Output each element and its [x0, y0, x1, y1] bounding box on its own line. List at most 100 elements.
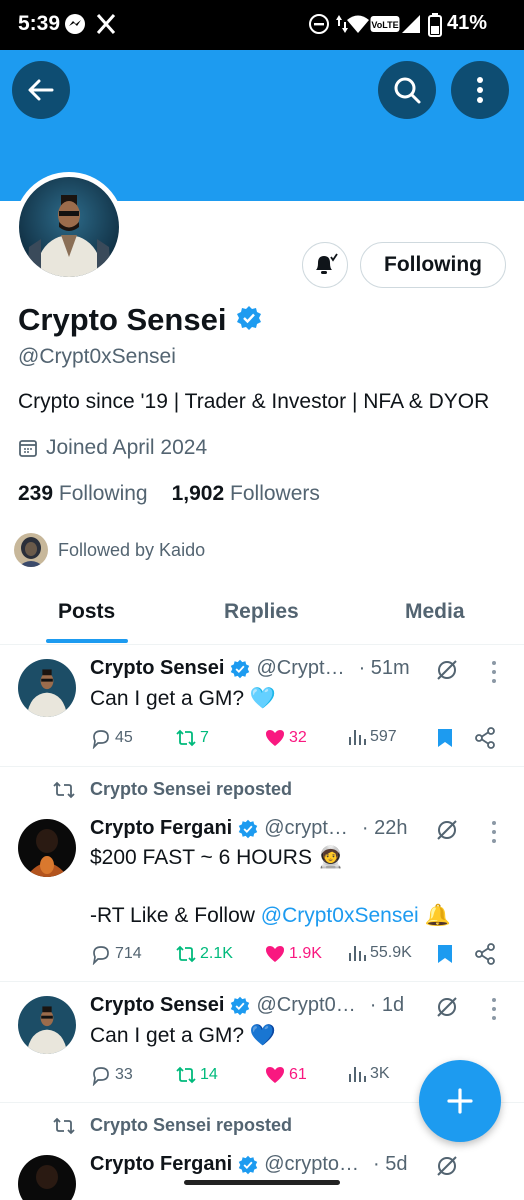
post-avatar[interactable] [18, 1155, 76, 1200]
repost-button[interactable]: 14 [175, 1064, 218, 1086]
back-arrow-icon [28, 79, 54, 101]
like-count: 61 [289, 1066, 307, 1083]
post-more-icon[interactable] [487, 998, 501, 1020]
volte-icon: VoLTE [370, 14, 400, 39]
post-header: Crypto Sensei @Crypt0… · 1d [90, 994, 404, 1017]
status-time: 5:39 [18, 12, 61, 35]
views-icon [349, 1067, 366, 1082]
search-icon [394, 77, 421, 104]
verified-badge-icon [239, 819, 258, 838]
more-options-button[interactable] [451, 61, 509, 119]
like-button[interactable]: 32 [264, 727, 307, 749]
post-item[interactable]: Crypto Sensei reposted Crypto Fergani @c… [0, 767, 524, 982]
notifications-bell-button[interactable] [302, 242, 348, 288]
search-button[interactable] [378, 61, 436, 119]
post-avatar[interactable] [18, 659, 76, 717]
mention-link[interactable]: @Crypt0xSensei [261, 904, 419, 927]
post-author-handle: @Crypt0… [256, 994, 356, 1016]
post-avatar[interactable] [18, 996, 76, 1054]
repost-button[interactable]: 2.1K [175, 943, 233, 965]
home-indicator[interactable] [184, 1180, 340, 1185]
kaido-avatar [14, 533, 48, 567]
profile-bio: Crypto since '19 | Trader & Investor | N… [18, 390, 490, 413]
like-button[interactable]: 1.9K [264, 943, 322, 965]
profile-name-row: Crypto Sensei [18, 302, 262, 338]
reply-button[interactable]: 714 [90, 943, 142, 965]
battery-percent: 41% [447, 12, 488, 34]
compose-post-button[interactable] [419, 1060, 501, 1142]
post-more-icon[interactable] [487, 661, 501, 683]
views-button[interactable]: 597 [347, 727, 397, 747]
reply-icon [92, 730, 109, 749]
followers-stat[interactable]: 1,902 Followers [172, 482, 320, 506]
views-count: 55.9K [370, 944, 412, 961]
post-time: · 51m [358, 657, 410, 679]
grok-icon[interactable] [435, 818, 459, 847]
post-author-handle: @crypt… [264, 817, 348, 839]
tab-replies[interactable]: Replies [224, 600, 299, 624]
svg-text:VoLTE: VoLTE [371, 20, 398, 30]
reply-button[interactable]: 33 [90, 1064, 133, 1086]
followed-by[interactable]: Followed by Kaido [14, 533, 205, 567]
post-author-name[interactable]: Crypto Fergani [90, 1153, 232, 1176]
like-count: 32 [289, 729, 307, 746]
like-count: 1.9K [289, 945, 322, 962]
plus-icon [447, 1088, 473, 1114]
post-author-name[interactable]: Crypto Sensei [90, 994, 224, 1017]
post-avatar[interactable] [18, 819, 76, 877]
following-stat[interactable]: 239 Following [18, 482, 148, 506]
post-author-name[interactable]: Crypto Sensei [90, 657, 224, 680]
post-text: Can I get a GM? 🩵 [90, 687, 277, 710]
post-header: Crypto Sensei @Crypt… · 51m [90, 657, 410, 680]
reply-count: 714 [115, 945, 142, 962]
grok-icon[interactable] [435, 995, 459, 1024]
battery-icon [428, 13, 442, 42]
profile-stats: 239 Following 1,902 Followers [18, 482, 320, 506]
repost-context-text: Crypto Sensei reposted [90, 779, 293, 799]
grok-icon[interactable] [435, 658, 459, 687]
post-more-icon[interactable] [487, 821, 501, 843]
tab-media[interactable]: Media [405, 600, 465, 624]
share-button[interactable] [474, 727, 496, 749]
bookmark-button[interactable] [436, 727, 454, 749]
profile-avatar[interactable] [14, 172, 124, 282]
repost-icon [53, 781, 75, 798]
post-time: · 22h [361, 817, 408, 839]
heart-filled-icon [266, 946, 284, 962]
bookmark-filled-icon [438, 945, 452, 963]
share-button[interactable] [474, 943, 496, 965]
share-icon [475, 943, 495, 965]
repost-icon [176, 1066, 196, 1084]
profile-handle: @Crypt0xSensei [18, 345, 176, 368]
active-tab-indicator [46, 639, 128, 643]
joined-date: Joined April 2024 [18, 436, 207, 460]
repost-context: Crypto Sensei reposted [52, 779, 292, 800]
views-count: 3K [370, 1065, 390, 1082]
back-button[interactable] [12, 61, 70, 119]
post-author-handle: @Crypt… [256, 657, 345, 679]
post-item[interactable]: Crypto Sensei @Crypt… · 51m Can I get a … [0, 645, 524, 767]
reply-icon [92, 946, 109, 965]
reply-button[interactable]: 45 [90, 727, 133, 749]
repost-count: 7 [200, 729, 209, 746]
repost-button[interactable]: 7 [175, 727, 209, 749]
like-button[interactable]: 61 [264, 1064, 307, 1086]
bookmark-button[interactable] [436, 943, 454, 965]
repost-icon [176, 729, 196, 747]
profile-tabs: Posts Replies Media [0, 588, 524, 645]
verified-badge-icon [236, 305, 262, 336]
post-author-name[interactable]: Crypto Fergani [90, 817, 232, 840]
post-header: Crypto Fergani @crypto… · 5d [90, 1153, 407, 1176]
grok-icon[interactable] [435, 1154, 459, 1183]
repost-icon [176, 945, 196, 963]
post-header: Crypto Fergani @crypt… · 22h [90, 817, 408, 840]
tab-posts[interactable]: Posts [58, 600, 115, 624]
post-time: · 5d [373, 1153, 408, 1175]
followed-by-text: Followed by Kaido [58, 539, 206, 560]
bookmark-filled-icon [438, 729, 452, 747]
calendar-icon [19, 440, 37, 457]
following-button[interactable]: Following [360, 242, 506, 288]
reply-icon [92, 1067, 109, 1086]
views-button[interactable]: 55.9K [347, 943, 412, 963]
views-button[interactable]: 3K [347, 1064, 390, 1084]
